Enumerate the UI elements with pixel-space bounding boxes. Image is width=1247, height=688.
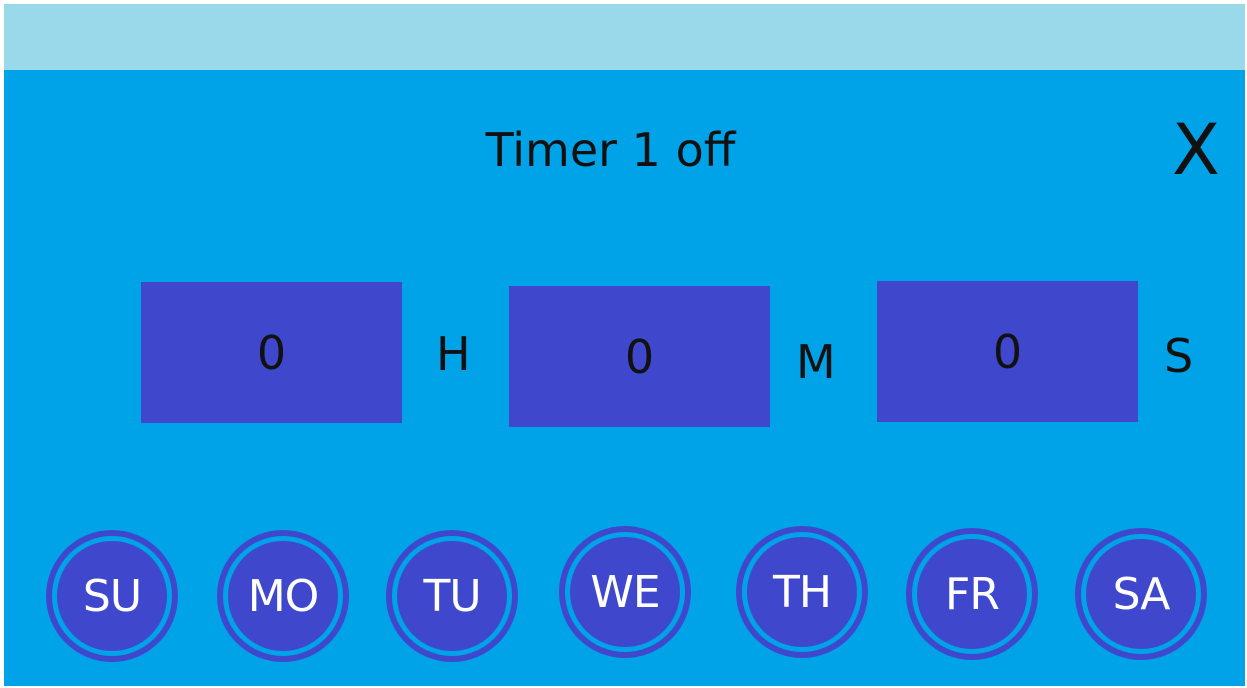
top-bar	[4, 4, 1245, 70]
day-button-sa[interactable]: SA	[1075, 528, 1207, 660]
minutes-field[interactable]: 0	[509, 286, 770, 427]
day-button-su[interactable]: SU	[46, 530, 178, 662]
minutes-unit-label: M	[796, 335, 836, 389]
day-label: FR	[917, 539, 1027, 649]
seconds-unit-label: S	[1164, 329, 1194, 383]
hours-unit-label: H	[436, 327, 471, 381]
hours-field[interactable]: 0	[141, 282, 402, 423]
day-button-th[interactable]: TH	[736, 526, 868, 658]
close-button[interactable]: X	[1166, 110, 1226, 190]
day-button-mo[interactable]: MO	[217, 530, 349, 662]
dialog-title: Timer 1 off	[485, 123, 736, 177]
day-label: TH	[747, 537, 857, 647]
day-label: MO	[228, 541, 338, 651]
day-label: SU	[57, 541, 167, 651]
day-label: TU	[397, 541, 507, 651]
timer-dialog: Timer 1 off X 0 H 0 M 0 S SU MO TU WE TH…	[4, 4, 1245, 686]
seconds-field[interactable]: 0	[877, 281, 1138, 422]
day-label: SA	[1086, 539, 1196, 649]
day-button-fr[interactable]: FR	[906, 528, 1038, 660]
day-label: WE	[570, 537, 680, 647]
day-button-tu[interactable]: TU	[386, 530, 518, 662]
day-button-we[interactable]: WE	[559, 526, 691, 658]
